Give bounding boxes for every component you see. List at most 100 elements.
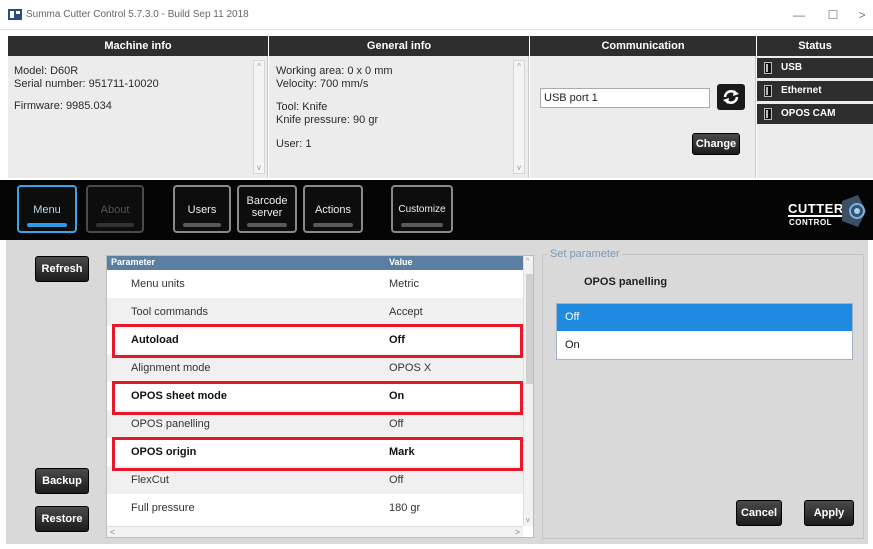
change-button[interactable]: Change (692, 133, 740, 155)
title-bar: Summa Cutter Control 5.7.3.0 - Build Sep… (0, 0, 873, 30)
tab-barcode-label: Barcode server (239, 195, 295, 219)
scroll-right-icon[interactable]: > (515, 527, 520, 537)
table-vertical-scrollbar[interactable]: ^ v (523, 256, 533, 526)
communication-panel (530, 56, 756, 178)
row-parameter: FlexCut (131, 474, 169, 486)
row-value: Off (389, 418, 404, 430)
highlight-opos-origin (112, 437, 523, 471)
scroll-up-icon[interactable]: ^ (526, 258, 529, 265)
logo-emblem-icon (842, 195, 866, 227)
highlight-opos-sheet-mode (112, 381, 523, 415)
row-value: Off (389, 474, 404, 486)
table-row[interactable]: Alignment mode OPOS X (107, 354, 523, 382)
tab-menu[interactable]: Menu (17, 185, 77, 233)
scroll-down-icon[interactable]: v (254, 163, 264, 172)
status-panel: USB Ethernet OPOS CAM (757, 56, 873, 178)
refresh-button[interactable]: Refresh (35, 256, 89, 282)
option-on[interactable]: On (557, 332, 852, 359)
option-off[interactable]: Off (557, 304, 852, 331)
machine-info-scrollbar[interactable]: ^ v (253, 60, 265, 174)
general-info-panel: Working area: 0 x 0 mm Velocity: 700 mm/… (269, 56, 529, 178)
tab-actions[interactable]: Actions (303, 185, 363, 233)
close-button[interactable]: > (851, 6, 873, 24)
status-header: Status (757, 36, 873, 56)
table-row[interactable]: Full pressure 180 gr (107, 494, 523, 522)
row-value: 180 gr (389, 502, 421, 514)
ethernet-indicator-icon (764, 85, 772, 97)
highlight-autoload (112, 324, 523, 358)
table-header: Parameter Value (107, 256, 533, 270)
general-info-scrollbar[interactable]: ^ v (513, 60, 525, 174)
scroll-up-icon[interactable]: ^ (514, 62, 524, 71)
model-text: Model: D60R (14, 65, 79, 77)
machine-info-panel: Model: D60R Serial number: 951711-10020 … (8, 56, 268, 178)
serial-text: Serial number: 951711-10020 (14, 78, 159, 90)
column-parameter: Parameter (111, 257, 156, 267)
minimize-button[interactable]: — (788, 6, 810, 24)
restore-button[interactable]: Restore (35, 506, 89, 532)
velocity-text: Velocity: 700 mm/s (276, 78, 369, 90)
table-horizontal-scrollbar[interactable]: < > (107, 526, 523, 537)
tab-users-bar (183, 223, 221, 227)
opos-cam-indicator-icon (764, 108, 772, 120)
firmware-text: Firmware: 9985.034 (14, 100, 112, 112)
table-scroll-thumb[interactable] (526, 274, 533, 384)
set-parameter-panel (542, 254, 864, 539)
port-select[interactable] (540, 88, 710, 108)
row-value: Accept (389, 306, 423, 318)
barcode-line1: Barcode (246, 195, 288, 207)
working-area-text: Working area: 0 x 0 mm (276, 65, 393, 77)
toolbar: Menu About Users Barcode server Actions C… (0, 180, 873, 240)
row-value: OPOS X (389, 362, 432, 374)
tab-menu-label: Menu (33, 204, 61, 216)
table-row[interactable]: Tool commands Accept (107, 298, 523, 326)
window-title: Summa Cutter Control 5.7.3.0 - Build Sep… (26, 9, 249, 20)
cutter-control-logo: CUTTER CONTROL (788, 193, 868, 233)
table-row[interactable]: Menu units Metric (107, 270, 523, 298)
row-value: Metric (389, 278, 419, 290)
tab-barcode-server[interactable]: Barcode server (237, 185, 297, 233)
tab-customize[interactable]: Customize (391, 185, 453, 233)
backup-button[interactable]: Backup (35, 468, 89, 494)
reconnect-button[interactable] (717, 84, 745, 110)
logo-line2: CONTROL (789, 218, 833, 227)
status-opos-cam-label: OPOS CAM (781, 108, 836, 119)
status-ethernet-label: Ethernet (781, 85, 822, 96)
scroll-down-icon[interactable]: v (526, 517, 530, 524)
scroll-up-icon[interactable]: ^ (254, 62, 264, 71)
row-parameter: Menu units (131, 278, 185, 290)
tab-barcode-bar (247, 223, 287, 227)
tab-about-label: About (100, 204, 130, 216)
usb-indicator-icon (764, 62, 772, 74)
app-icon (8, 9, 22, 20)
refresh-icon (723, 90, 739, 104)
status-usb: USB (757, 58, 873, 78)
status-usb-label: USB (781, 62, 803, 73)
tab-customize-bar (401, 223, 443, 227)
knife-pressure-text: Knife pressure: 90 gr (276, 114, 379, 126)
set-parameter-title: OPOS panelling (584, 276, 668, 288)
tab-actions-bar (313, 223, 353, 227)
tab-about-bar (96, 223, 134, 227)
tab-about[interactable]: About (86, 185, 144, 233)
general-info-header: General info (269, 36, 529, 56)
tab-users[interactable]: Users (173, 185, 231, 233)
scroll-left-icon[interactable]: < (110, 527, 115, 537)
logo-line1: CUTTER (788, 201, 844, 217)
scroll-down-icon[interactable]: v (514, 163, 524, 172)
status-ethernet: Ethernet (757, 81, 873, 101)
option-list: Off On (556, 303, 853, 360)
row-parameter: Alignment mode (131, 362, 211, 374)
row-parameter: Tool commands (131, 306, 209, 318)
maximize-button[interactable]: ☐ (822, 6, 844, 24)
tab-users-label: Users (187, 204, 217, 216)
user-text: User: 1 (276, 138, 312, 150)
status-opos-cam: OPOS CAM (757, 104, 873, 124)
tool-text: Tool: Knife (276, 101, 328, 113)
tab-customize-label: Customize (398, 204, 446, 215)
apply-button[interactable]: Apply (804, 500, 854, 526)
tab-actions-label: Actions (314, 204, 352, 216)
tab-menu-active-bar (27, 223, 67, 227)
set-parameter-legend: Set parameter (548, 248, 622, 260)
cancel-button[interactable]: Cancel (736, 500, 782, 526)
